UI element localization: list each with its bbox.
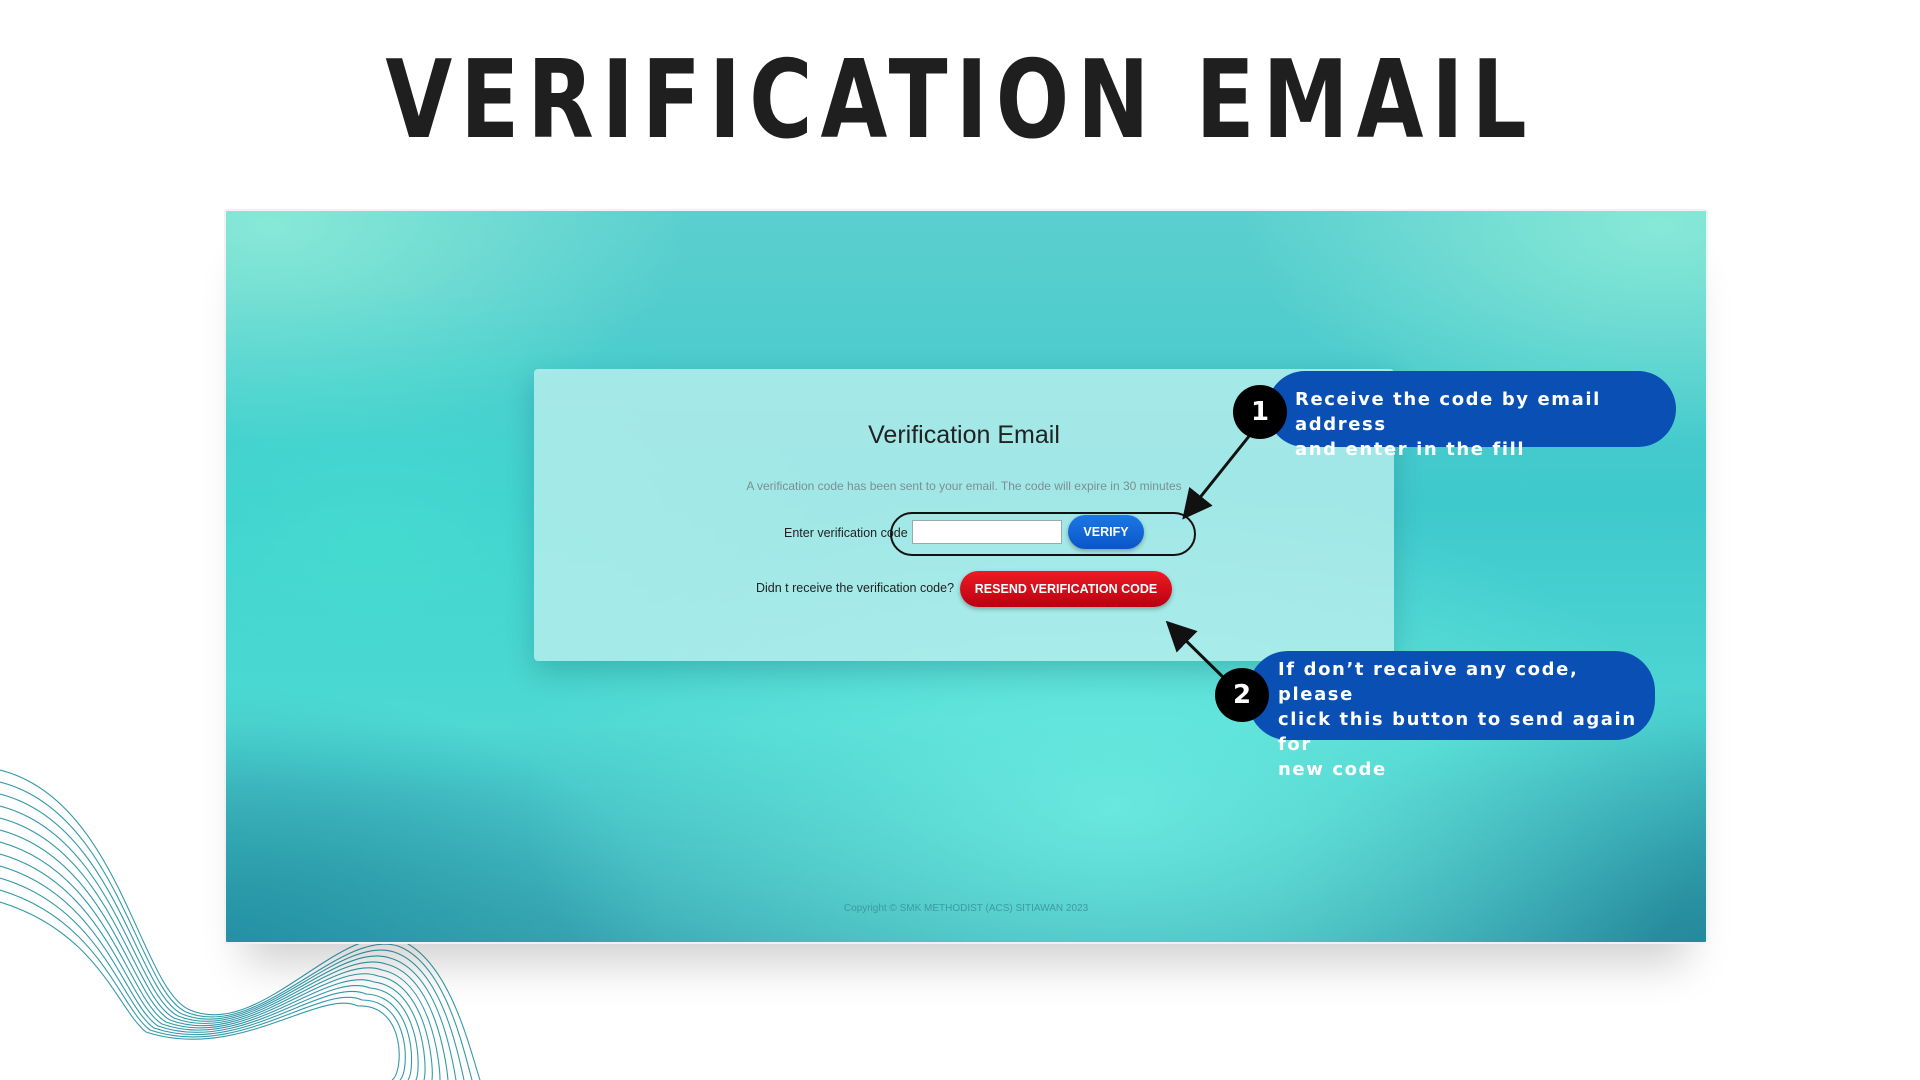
resend-prompt: Didn t receive the verification code? <box>756 581 955 595</box>
app-screenshot: Verification Email A verification code h… <box>224 209 1708 944</box>
callout-1: Receive the code by email address and en… <box>1267 371 1676 460</box>
step-1-badge: 1 <box>1233 385 1287 439</box>
callout-1-line-1: Receive the code by email address <box>1295 389 1601 435</box>
copyright-text: Copyright © SMK METHODIST (ACS) SITIAWAN… <box>843 903 1089 914</box>
verification-description: A verification code has been sent to you… <box>746 479 1182 493</box>
highlight-oval <box>890 512 1196 556</box>
callout-2-line-3: new code <box>1278 759 1387 780</box>
callout-2-line-1: If don’t recaive any code, please <box>1278 659 1579 705</box>
step-2-badge: 2 <box>1215 668 1269 722</box>
slide-title: VERIFICATION EMAIL <box>385 38 1535 163</box>
resend-verification-button[interactable]: RESEND VERIFICATION CODE <box>960 571 1172 607</box>
callout-2-line-2: click this button to send again for <box>1278 709 1637 755</box>
callout-1-line-2: and enter in the fill <box>1295 439 1526 460</box>
callout-2: If don’t recaive any code, please click … <box>1248 651 1655 780</box>
